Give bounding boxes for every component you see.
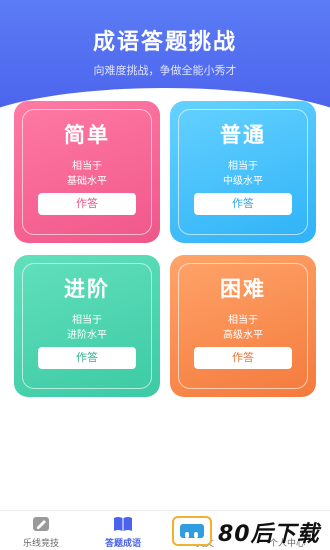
tab-idiom-quiz[interactable]: 答题成语: [82, 511, 164, 550]
tab-label: 答题成语: [104, 539, 141, 549]
page-subtitle: 向难度挑战，争做全能小秀才: [93, 64, 237, 77]
card-title: 困难: [220, 277, 266, 301]
edit-icon: [33, 517, 49, 531]
card-desc-line1: 相当于: [72, 315, 102, 326]
level-card-hard[interactable]: 困难 相当于 高级水平 作答: [170, 255, 316, 397]
tab-competition[interactable]: 乐线竞技: [0, 511, 82, 550]
card-title: 进阶: [64, 277, 110, 301]
card-title: 简单: [64, 123, 110, 147]
card-desc-line1: 相当于: [72, 161, 102, 172]
level-card-advanced[interactable]: 进阶 相当于 进阶水平 作答: [14, 255, 160, 397]
page-title: 成语答题挑战: [92, 30, 237, 55]
watermark-logo: 80后下载: [172, 514, 328, 548]
card-title: 普通: [220, 123, 266, 147]
card-desc-line1: 相当于: [228, 161, 258, 172]
level-card-easy[interactable]: 简单 相当于 基础水平 作答: [14, 101, 160, 243]
card-desc-line2: 进阶水平: [67, 330, 107, 341]
tv-logo-icon: [172, 516, 212, 546]
answer-button-easy[interactable]: 作答: [38, 193, 136, 215]
card-desc-line2: 高级水平: [223, 330, 263, 341]
answer-button-advanced[interactable]: 作答: [38, 347, 136, 369]
card-desc-line2: 基础水平: [67, 176, 107, 187]
watermark-text: 80后下载: [218, 522, 320, 547]
card-desc-line2: 中级水平: [223, 176, 263, 187]
answer-button-normal[interactable]: 作答: [194, 193, 292, 215]
card-desc-line1: 相当于: [228, 315, 258, 326]
level-card-normal[interactable]: 普通 相当于 中级水平 作答: [170, 101, 316, 243]
tab-label: 乐线竞技: [22, 539, 59, 549]
answer-button-hard[interactable]: 作答: [194, 347, 292, 369]
book-icon: [114, 517, 132, 531]
